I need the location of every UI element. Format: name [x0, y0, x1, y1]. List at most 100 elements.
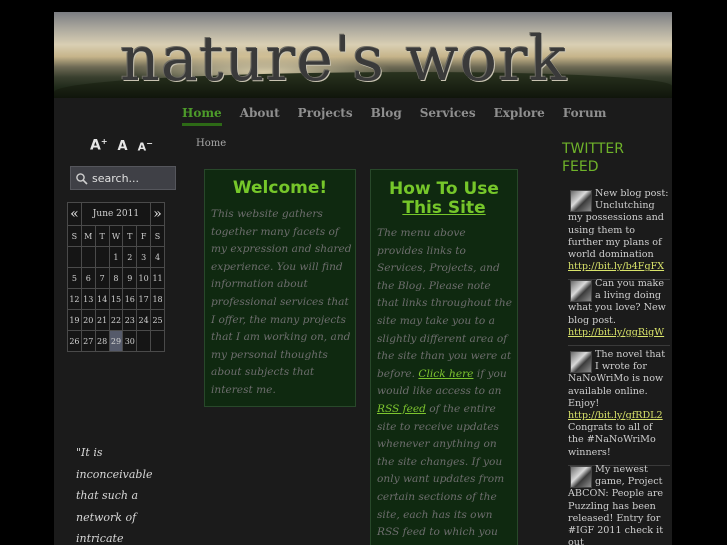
- calendar-day: [67, 246, 82, 268]
- calendar-day: [150, 330, 165, 352]
- tweet-item: Can you make a living doing what you lov…: [568, 278, 670, 347]
- calendar-day[interactable]: 26: [67, 330, 82, 352]
- calendar-day[interactable]: 12: [67, 288, 82, 310]
- calendar-day[interactable]: 11: [150, 267, 165, 289]
- this-site-link[interactable]: This Site: [402, 198, 485, 218]
- calendar-week: 1 2 3 4: [67, 246, 165, 268]
- nav-services[interactable]: Services: [420, 104, 476, 126]
- calendar-day[interactable]: 28: [94, 330, 110, 352]
- font-decrease-sup: −: [146, 139, 153, 148]
- calendar-day-today[interactable]: 29: [108, 330, 124, 352]
- weekday-label: M: [80, 225, 96, 247]
- how-to-title-line1: How To Use: [389, 179, 499, 199]
- avatar[interactable]: [570, 351, 592, 373]
- avatar[interactable]: [570, 466, 592, 488]
- tweet-text-after: Congrats to all of the #NaNoWriMo winner…: [568, 422, 656, 458]
- calendar-day[interactable]: 16: [122, 288, 138, 310]
- rss-feed-link[interactable]: RSS feed: [377, 403, 426, 415]
- font-increase-sup: +: [100, 137, 108, 146]
- click-here-link[interactable]: Click here: [418, 368, 473, 380]
- site-title[interactable]: nature's work: [120, 26, 640, 92]
- how-to-use-box: How To Use This Site The menu above provi…: [370, 169, 518, 545]
- nav-home[interactable]: Home: [182, 104, 222, 126]
- calendar-day[interactable]: 3: [136, 246, 152, 268]
- tweet-link[interactable]: http://bit.ly/b4FgFX: [568, 261, 664, 272]
- calendar-day[interactable]: 6: [80, 267, 96, 289]
- tweet-link[interactable]: http://bit.ly/gfRDL2: [568, 410, 663, 421]
- calendar-day[interactable]: 10: [136, 267, 152, 289]
- weekday-label: T: [122, 225, 138, 247]
- font-increase-button[interactable]: A+: [90, 137, 108, 154]
- calendar-weekdays: S M T W T F S: [67, 225, 165, 247]
- how-to-title: How To Use This Site: [371, 180, 517, 218]
- calendar-day[interactable]: 15: [108, 288, 124, 310]
- weekday-label: T: [94, 225, 110, 247]
- font-increase-label: A: [90, 137, 101, 154]
- calendar-day[interactable]: 22: [108, 309, 124, 331]
- calendar-day[interactable]: 13: [80, 288, 96, 310]
- how-to-text-3: of the entire site to receive updates wh…: [377, 402, 505, 545]
- calendar-day[interactable]: 18: [150, 288, 165, 310]
- avatar[interactable]: [570, 280, 592, 302]
- welcome-body: This website gathers together many facet…: [211, 208, 352, 396]
- calendar-week: 12 13 14 15 16 17 18: [67, 288, 165, 310]
- nav-blog[interactable]: Blog: [371, 104, 402, 126]
- font-size-controls: A+ A A−: [90, 137, 153, 154]
- calendar-day[interactable]: 25: [150, 309, 165, 331]
- nav-about[interactable]: About: [240, 104, 280, 126]
- calendar-day[interactable]: 1: [108, 246, 124, 268]
- search-input[interactable]: [90, 169, 176, 187]
- welcome-title: Welcome!: [232, 178, 328, 198]
- calendar-day[interactable]: 23: [122, 309, 138, 331]
- font-normal-button[interactable]: A: [118, 139, 128, 154]
- site-header: nature's work: [54, 12, 672, 98]
- calendar-day[interactable]: 24: [136, 309, 152, 331]
- calendar-next-button[interactable]: »: [150, 202, 165, 226]
- calendar-week: 5 6 7 8 9 10 11: [67, 267, 165, 289]
- calendar-day[interactable]: 21: [94, 309, 110, 331]
- calendar-week: 26 27 28 29 30: [67, 330, 165, 352]
- avatar[interactable]: [570, 190, 592, 212]
- calendar-day[interactable]: 30: [122, 330, 138, 352]
- nav-forum[interactable]: Forum: [563, 104, 607, 126]
- page-frame: nature's work Home About Projects Blog S…: [54, 12, 672, 545]
- calendar-day[interactable]: 7: [94, 267, 110, 289]
- calendar: « June 2011 » S M T W T F S 1 2 3 4 5 6 …: [67, 202, 165, 352]
- main-nav: Home About Projects Blog Services Explor…: [182, 104, 624, 126]
- calendar-day[interactable]: 2: [122, 246, 138, 268]
- breadcrumb[interactable]: Home: [196, 138, 226, 149]
- welcome-box: Welcome! This website gathers together m…: [204, 169, 356, 407]
- nav-explore[interactable]: Explore: [494, 104, 545, 126]
- calendar-prev-button[interactable]: «: [67, 202, 82, 226]
- nav-projects[interactable]: Projects: [298, 104, 353, 126]
- weekday-label: S: [150, 225, 165, 247]
- tweet-item: The novel that I wrote for NaNoWriMo is …: [568, 349, 670, 466]
- twitter-feed-title: TWITTER FEED: [562, 141, 624, 175]
- calendar-header: « June 2011 »: [67, 202, 165, 226]
- calendar-day[interactable]: 8: [108, 267, 124, 289]
- calendar-day[interactable]: 17: [136, 288, 152, 310]
- calendar-day[interactable]: 19: [67, 309, 82, 331]
- weekday-label: S: [67, 225, 82, 247]
- weekday-label: W: [108, 225, 124, 247]
- calendar-day[interactable]: 5: [67, 267, 82, 289]
- calendar-day[interactable]: 14: [94, 288, 110, 310]
- font-decrease-button[interactable]: A−: [138, 139, 153, 154]
- calendar-day[interactable]: 9: [122, 267, 138, 289]
- calendar-week: 19 20 21 22 23 24 25: [67, 309, 165, 331]
- tweet-divider: [568, 345, 670, 347]
- tweet-item: New blog post: Unclutching my possession…: [568, 188, 670, 281]
- calendar-day[interactable]: 4: [150, 246, 165, 268]
- weekday-label: F: [136, 225, 152, 247]
- calendar-day: [136, 330, 152, 352]
- how-to-body: The menu above provides links to Service…: [377, 225, 515, 545]
- calendar-month-label: June 2011: [80, 202, 152, 226]
- how-to-text-1: The menu above provides links to Service…: [377, 227, 512, 380]
- calendar-day: [94, 246, 110, 268]
- calendar-day: [80, 246, 96, 268]
- tweet-link[interactable]: http://bit.ly/ggRigW: [568, 327, 664, 338]
- calendar-day[interactable]: 20: [80, 309, 96, 331]
- search-icon[interactable]: [75, 171, 89, 185]
- sidebar-quote: "It is inconceivable that such a network…: [76, 446, 153, 545]
- calendar-day[interactable]: 27: [80, 330, 96, 352]
